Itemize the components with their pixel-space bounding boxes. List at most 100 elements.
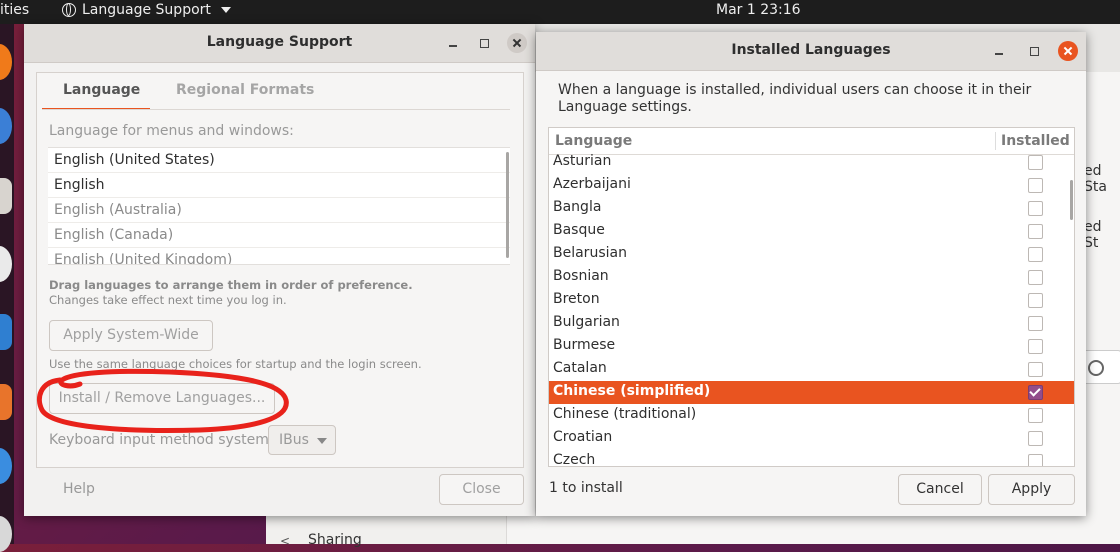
drag-hint-bold: Drag languages to arrange them in order … xyxy=(49,278,413,292)
installed-languages-table: Language Installed Asturian Azerbaijani Ba… xyxy=(548,127,1075,467)
settings-icon[interactable] xyxy=(0,516,12,552)
table-scrollbar[interactable] xyxy=(1070,180,1073,220)
apply-hint: Use the same language choices for startu… xyxy=(49,357,422,371)
maximize-icon[interactable] xyxy=(1025,42,1043,60)
files-icon[interactable] xyxy=(0,178,12,214)
list-item[interactable]: English (United States) xyxy=(48,148,510,173)
language-list: English (United States) English English … xyxy=(48,147,510,265)
installed-checkbox[interactable] xyxy=(1028,362,1043,377)
language-name: Belarusian xyxy=(553,245,627,261)
language-name: Croatian xyxy=(553,429,613,445)
list-item[interactable]: English (Australia) xyxy=(48,198,510,223)
help-button[interactable]: Help xyxy=(63,481,95,497)
settings-fragment-2: ed St xyxy=(1084,219,1102,251)
table-row[interactable]: Breton xyxy=(549,289,1074,312)
app-menu-label: Language Support xyxy=(82,2,211,18)
apply-system-wide-button[interactable]: Apply System-Wide xyxy=(49,320,213,351)
keyboard-input-select[interactable]: IBus xyxy=(268,425,336,455)
close-button[interactable]: Close xyxy=(439,474,524,505)
sidebar-item-sharing[interactable]: Sharing xyxy=(308,532,362,548)
apply-button[interactable]: Apply xyxy=(988,474,1075,505)
eye-icon[interactable] xyxy=(1080,350,1120,384)
minimize-icon[interactable] xyxy=(990,42,1008,60)
column-language[interactable]: Language xyxy=(555,133,632,149)
keyboard-input-label: Keyboard input method system: xyxy=(49,432,274,448)
installed-checkbox[interactable] xyxy=(1028,201,1043,216)
intro-text: When a language is installed, individual… xyxy=(558,82,1032,115)
language-name: Chinese (simplified) xyxy=(553,383,711,399)
list-item[interactable]: English (Canada) xyxy=(48,223,510,248)
firefox-icon[interactable] xyxy=(0,44,12,80)
table-row[interactable]: Asturian xyxy=(549,151,1074,174)
list-item[interactable]: English (United Kingdom) xyxy=(48,248,510,264)
tab-divider xyxy=(42,109,510,110)
status-text: 1 to install xyxy=(549,480,623,496)
writer-icon[interactable] xyxy=(0,314,12,350)
installed-checkbox[interactable] xyxy=(1028,316,1043,331)
clock[interactable]: Mar 1 23:16 xyxy=(716,2,801,18)
installed-checkbox[interactable] xyxy=(1028,224,1043,239)
drag-hint: Changes take effect next time you log in… xyxy=(49,293,287,307)
tab-language[interactable]: Language xyxy=(42,82,150,110)
language-name: Breton xyxy=(553,291,600,307)
language-name: Bulgarian xyxy=(553,314,620,330)
language-name: Basque xyxy=(553,222,605,238)
column-separator xyxy=(995,132,996,150)
titlebar: Installed Languages xyxy=(536,32,1086,71)
table-row[interactable]: Chinese (traditional) xyxy=(549,404,1074,427)
table-row[interactable]: Burmese xyxy=(549,335,1074,358)
table-row[interactable]: Bangla xyxy=(549,197,1074,220)
language-name: Catalan xyxy=(553,360,607,376)
installed-checkbox[interactable] xyxy=(1028,293,1043,308)
column-installed[interactable]: Installed xyxy=(1001,133,1070,149)
installed-checkbox[interactable] xyxy=(1028,431,1043,446)
minimize-icon[interactable] xyxy=(444,34,462,52)
installed-checkbox[interactable] xyxy=(1028,385,1043,400)
cancel-button[interactable]: Cancel xyxy=(898,474,982,505)
installed-checkbox[interactable] xyxy=(1028,155,1043,170)
top-bar: ities Language Support Mar 1 23:16 xyxy=(0,0,1120,24)
table-row[interactable]: Catalan xyxy=(549,358,1074,381)
installed-checkbox[interactable] xyxy=(1028,408,1043,423)
table-row[interactable]: Bosnian xyxy=(549,266,1074,289)
dock xyxy=(0,24,14,552)
table-row[interactable]: Chinese (simplified) xyxy=(549,381,1074,404)
language-name: Azerbaijani xyxy=(553,176,631,192)
language-name: Bangla xyxy=(553,199,602,215)
chevron-down-icon xyxy=(220,7,231,13)
install-remove-languages-button[interactable]: Install / Remove Languages... xyxy=(49,383,275,414)
keyboard-input-value: IBus xyxy=(279,432,309,448)
maximize-icon[interactable] xyxy=(475,34,493,52)
thunderbird-icon[interactable] xyxy=(0,108,12,144)
titlebar: Language Support xyxy=(24,24,535,63)
list-item[interactable]: English xyxy=(48,173,510,198)
globe-icon xyxy=(62,3,76,17)
installed-checkbox[interactable] xyxy=(1028,178,1043,193)
close-icon[interactable] xyxy=(1058,41,1078,61)
chevron-down-icon xyxy=(317,438,327,444)
language-name: Chinese (traditional) xyxy=(553,406,697,422)
activities-button[interactable]: ities xyxy=(0,2,29,18)
table-row[interactable]: Basque xyxy=(549,220,1074,243)
table-row[interactable]: Croatian xyxy=(549,427,1074,450)
software-icon[interactable] xyxy=(0,384,12,420)
installed-checkbox[interactable] xyxy=(1028,270,1043,285)
table-row[interactable]: Czech xyxy=(549,450,1074,467)
installed-checkbox[interactable] xyxy=(1028,339,1043,354)
language-name: Czech xyxy=(553,452,596,467)
settings-fragment-1: ed Sta xyxy=(1084,163,1107,195)
rhythmbox-icon[interactable] xyxy=(0,246,12,282)
close-icon[interactable] xyxy=(507,33,527,53)
table-row[interactable]: Bulgarian xyxy=(549,312,1074,335)
table-row[interactable]: Belarusian xyxy=(549,243,1074,266)
list-scrollbar[interactable] xyxy=(506,152,509,258)
installed-checkbox[interactable] xyxy=(1028,247,1043,262)
section-label: Language for menus and windows: xyxy=(49,123,294,139)
table-row[interactable]: Azerbaijani xyxy=(549,174,1074,197)
language-name: Asturian xyxy=(553,153,612,169)
language-name: Burmese xyxy=(553,337,616,353)
language-name: Bosnian xyxy=(553,268,609,284)
help-icon[interactable] xyxy=(0,448,12,484)
installed-checkbox[interactable] xyxy=(1028,454,1043,466)
app-menu[interactable]: Language Support xyxy=(62,2,231,18)
